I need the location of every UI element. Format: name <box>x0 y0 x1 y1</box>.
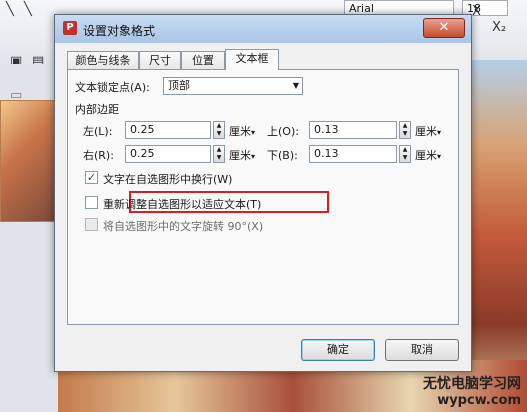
margin-top-label: 上(O): <box>267 125 299 138</box>
watermark-line-2: wypcw.com <box>437 393 521 408</box>
tab-colors-lines[interactable]: 颜色与线条 <box>67 51 139 69</box>
tab-size[interactable]: 尺寸 <box>139 51 181 69</box>
spin-up-icon[interactable]: ▲ <box>217 122 222 129</box>
dropdown-arrow-icon: ▼ <box>292 81 299 90</box>
margin-right-unit-text: 厘米 <box>229 149 251 162</box>
tab-textbox[interactable]: 文本框 <box>225 49 279 70</box>
wrap-text-checkbox[interactable]: ✓ <box>85 171 98 184</box>
slide-thumbnail[interactable] <box>0 100 56 222</box>
spin-down-icon[interactable]: ▼ <box>217 130 222 137</box>
cancel-button[interactable]: 取消 <box>385 339 459 361</box>
watermark: 无忧电脑学习网 wypcw.com <box>423 373 521 408</box>
margin-bottom-input[interactable]: 0.13 <box>309 145 397 163</box>
margin-right-label: 右(R): <box>83 149 114 162</box>
margin-top-unit-text: 厘米 <box>415 125 437 138</box>
resize-shape-checkbox[interactable] <box>85 196 98 209</box>
margin-left-unit[interactable]: 厘米▾ <box>229 123 255 139</box>
anchor-select[interactable]: 顶部 ▼ <box>163 77 303 95</box>
spin-down-icon[interactable]: ▼ <box>403 130 408 137</box>
margin-top-unit[interactable]: 厘米▾ <box>415 123 441 139</box>
margin-top-spinner[interactable]: ▲ ▼ <box>399 121 411 139</box>
ok-button[interactable]: 确定 <box>301 339 375 361</box>
margin-bottom-label: 下(B): <box>267 149 298 162</box>
internal-margins-label: 内部边距 <box>75 103 119 116</box>
anchor-label: 文本锁定点(A): <box>75 81 150 94</box>
dialog-title: 设置对象格式 <box>83 24 156 38</box>
margin-bottom-spinner[interactable]: ▲ ▼ <box>399 145 411 163</box>
spin-down-icon[interactable]: ▼ <box>403 154 408 161</box>
spin-down-icon[interactable]: ▼ <box>217 154 222 161</box>
anchor-select-value: 顶部 <box>168 79 190 92</box>
chevron-down-icon: ▾ <box>437 152 442 161</box>
check-icon: ✓ <box>86 171 97 184</box>
strikethrough-icon[interactable]: X <box>472 4 481 19</box>
format-object-dialog: P 设置对象格式 ✕ 颜色与线条 尺寸 位置 文本框 文本锁定点(A): 顶部 … <box>54 14 472 372</box>
margin-left-label: 左(L): <box>83 125 113 138</box>
chevron-down-icon: ▾ <box>251 128 256 137</box>
chevron-down-icon: ▾ <box>437 128 442 137</box>
subscript-icon[interactable]: X₂ <box>492 20 506 35</box>
resize-shape-label[interactable]: 重新调整自选图形以适应文本(T) <box>103 196 261 212</box>
margin-right-input[interactable]: 0.25 <box>125 145 211 163</box>
rotate-text-label: 将自选图形中的文字旋转 90°(X) <box>103 220 264 233</box>
margin-left-spinner[interactable]: ▲ ▼ <box>213 121 225 139</box>
margin-top-input[interactable]: 0.13 <box>309 121 397 139</box>
spin-up-icon[interactable]: ▲ <box>403 122 408 129</box>
rotate-text-checkbox <box>85 218 98 231</box>
dialog-titlebar[interactable]: P 设置对象格式 ✕ <box>55 15 471 43</box>
line-tool-icon[interactable]: ╲ <box>24 2 32 17</box>
shape-tool-icon[interactable]: ╲ <box>6 2 14 17</box>
margin-bottom-unit[interactable]: 厘米▾ <box>415 147 441 163</box>
spin-up-icon[interactable]: ▲ <box>217 146 222 153</box>
margin-right-spinner[interactable]: ▲ ▼ <box>213 145 225 163</box>
tab-position[interactable]: 位置 <box>181 51 225 69</box>
spin-up-icon[interactable]: ▲ <box>403 146 408 153</box>
margin-bottom-unit-text: 厘米 <box>415 149 437 162</box>
wrap-text-label[interactable]: 文字在自选图形中换行(W) <box>103 171 232 187</box>
watermark-line-1: 无忧电脑学习网 <box>423 376 521 392</box>
margin-right-unit[interactable]: 厘米▾ <box>229 147 255 163</box>
app-icon: P <box>63 21 77 35</box>
margin-left-input[interactable]: 0.25 <box>125 121 211 139</box>
chevron-down-icon: ▾ <box>251 152 256 161</box>
margin-left-unit-text: 厘米 <box>229 125 251 138</box>
close-icon[interactable]: ✕ <box>423 18 465 38</box>
